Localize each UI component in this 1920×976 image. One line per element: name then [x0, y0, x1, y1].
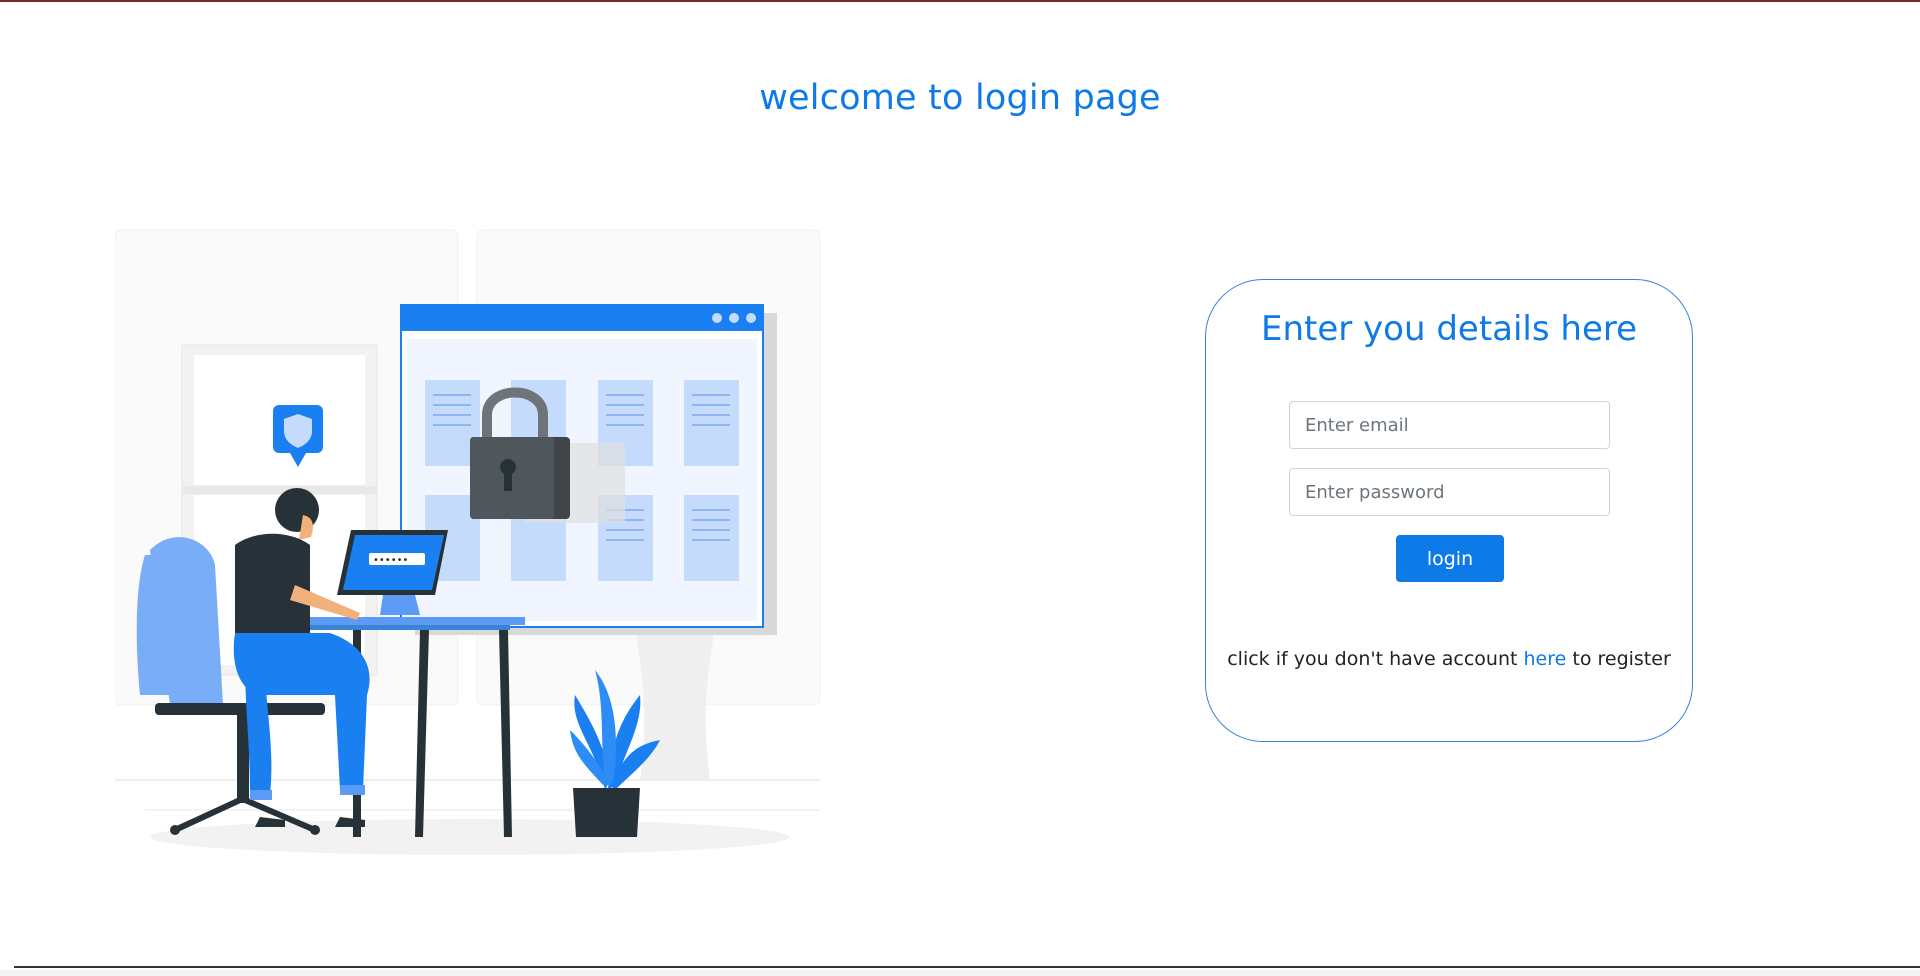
- password-input[interactable]: [1289, 468, 1610, 516]
- top-border: [0, 0, 1920, 2]
- bottom-border: [14, 966, 1920, 968]
- login-card-title: Enter you details here: [1260, 309, 1638, 349]
- laptop-password-mask: ••••••: [373, 555, 408, 566]
- register-link[interactable]: here: [1524, 648, 1567, 670]
- login-card: Enter you details here login click if yo…: [1205, 279, 1693, 742]
- page-title: welcome to login page: [759, 78, 1161, 118]
- email-input[interactable]: [1289, 401, 1610, 449]
- register-prompt: click if you don't have account here to …: [1206, 648, 1692, 670]
- register-suffix-text: to register: [1566, 648, 1671, 670]
- bottom-strip: [0, 970, 1920, 976]
- login-security-illustration: ••••••: [115, 229, 821, 855]
- register-prefix-text: click if you don't have account: [1227, 648, 1524, 670]
- login-button[interactable]: login: [1396, 535, 1504, 582]
